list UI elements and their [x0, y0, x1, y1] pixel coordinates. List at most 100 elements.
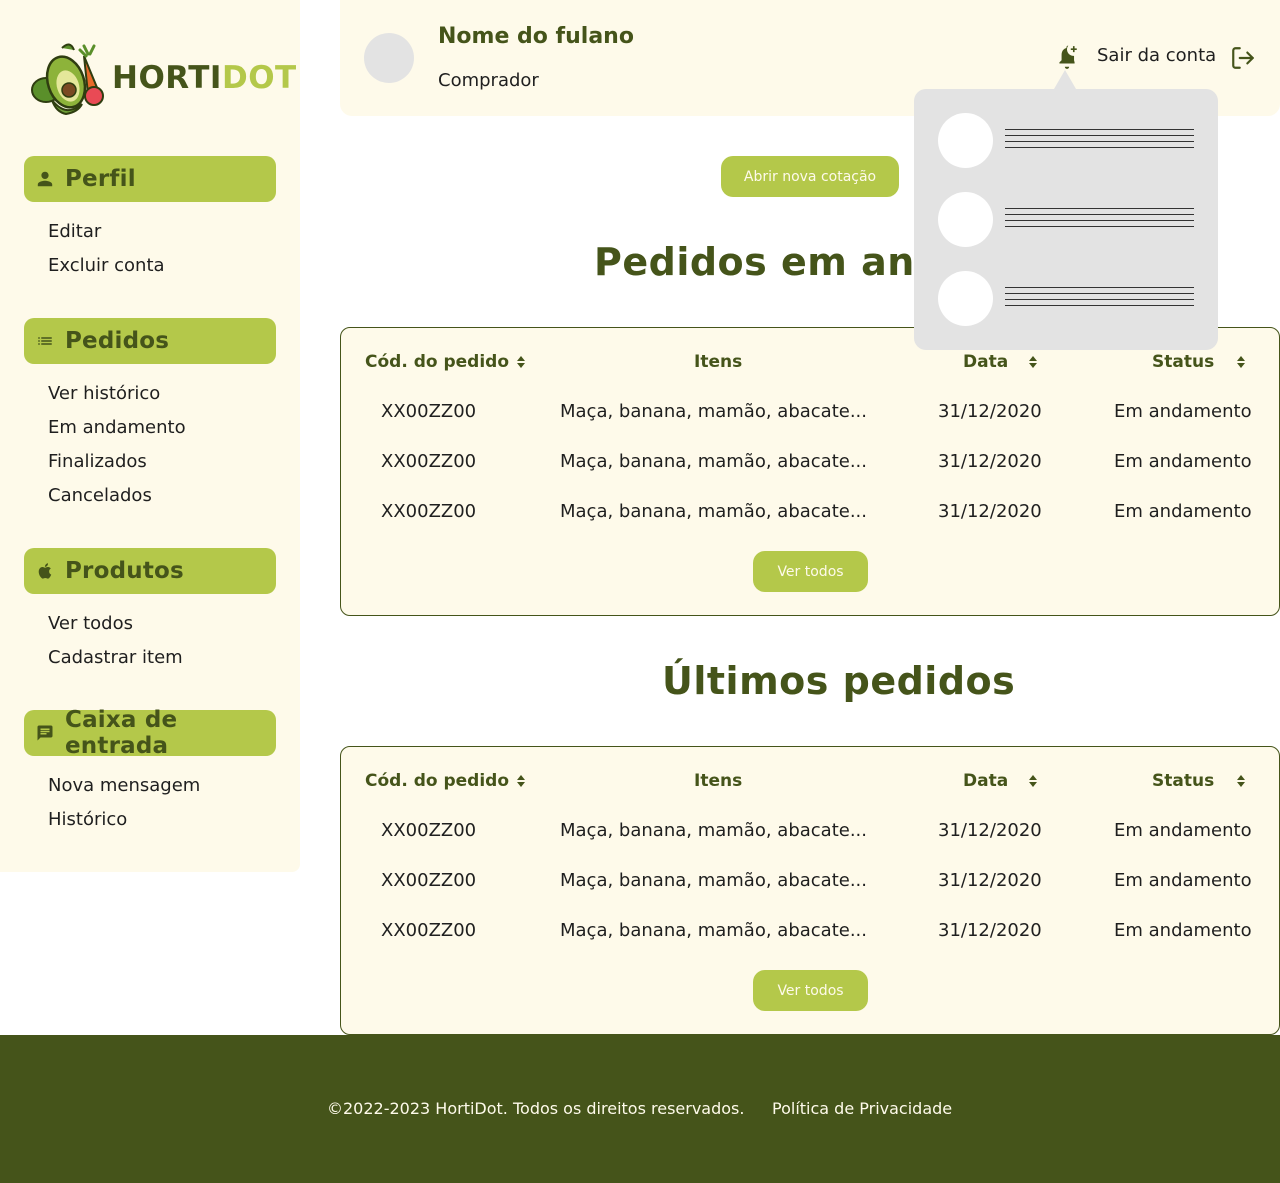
- cell-status: Em andamento: [1114, 920, 1252, 941]
- sidebar-section-pedidos[interactable]: Pedidos: [24, 318, 276, 364]
- cell-status: Em andamento: [1114, 501, 1252, 522]
- cell-status: Em andamento: [1114, 451, 1252, 472]
- cell-date: 31/12/2020: [938, 501, 1042, 522]
- avatar[interactable]: [364, 33, 414, 83]
- brand-name-part1: HORTI: [112, 60, 222, 96]
- sidebar-section-label: Perfil: [65, 166, 136, 192]
- notification-item[interactable]: [938, 192, 1194, 248]
- vegetables-basket-logo: [22, 38, 106, 118]
- column-header-label: Data: [963, 771, 1009, 791]
- cell-status: Em andamento: [1114, 820, 1252, 841]
- cell-items: Maça, banana, mamão, abacate...: [560, 401, 868, 422]
- copyright-text: ©2022-2023 HortiDot. Todos os direitos r…: [327, 1099, 745, 1118]
- column-header-code[interactable]: Cód. do pedido: [365, 352, 526, 372]
- notification-avatar: [938, 271, 993, 326]
- cell-code: XX00ZZ00: [381, 401, 477, 422]
- column-header-status[interactable]: Status: [1152, 352, 1246, 372]
- new-quote-button[interactable]: Abrir nova cotação: [721, 156, 899, 197]
- sidebar-item-historico[interactable]: Histórico: [48, 803, 200, 837]
- sort-icon[interactable]: [1028, 774, 1038, 788]
- column-header-date[interactable]: Data: [963, 771, 1038, 791]
- notification-avatar: [938, 192, 993, 247]
- cell-code: XX00ZZ00: [381, 451, 477, 472]
- cell-items: Maça, banana, mamão, abacate...: [560, 820, 868, 841]
- logout-link[interactable]: Sair da conta: [1097, 45, 1216, 66]
- logout-icon[interactable]: [1230, 45, 1256, 71]
- sidebar-section-label: Produtos: [65, 558, 184, 584]
- sidebar-item-cancelados[interactable]: Cancelados: [48, 479, 186, 513]
- cell-status: Em andamento: [1114, 401, 1252, 422]
- notification-text-placeholder: [1005, 287, 1194, 311]
- sort-icon[interactable]: [1236, 355, 1246, 369]
- orders-table-latest: Cód. do pedido Itens Data Status XX00ZZ0…: [340, 746, 1280, 1035]
- column-header-label: Data: [963, 352, 1009, 372]
- sort-icon[interactable]: [1028, 355, 1038, 369]
- brand-logo[interactable]: HORTIDOT: [22, 38, 296, 118]
- bell-plus-icon[interactable]: [1054, 44, 1080, 70]
- notification-item[interactable]: [938, 113, 1194, 169]
- sidebar-section-caixa-de-entrada[interactable]: Caixa de entrada: [24, 707, 276, 759]
- column-header-items: Itens: [694, 771, 742, 791]
- sidebar-item-nova-mensagem[interactable]: Nova mensagem: [48, 769, 200, 803]
- sort-icon[interactable]: [516, 774, 526, 788]
- apple-icon: [36, 562, 54, 580]
- sidebar: HORTIDOT Perfil Editar Excluir conta Ped…: [0, 0, 300, 872]
- notification-text-placeholder: [1005, 129, 1194, 153]
- user-name: Nome do fulano: [438, 24, 634, 49]
- cell-code: XX00ZZ00: [381, 920, 477, 941]
- privacy-policy-link[interactable]: Política de Privacidade: [772, 1099, 952, 1118]
- notification-text-placeholder: [1005, 208, 1194, 232]
- sidebar-submenu-pedidos: Ver histórico Em andamento Finalizados C…: [48, 377, 186, 513]
- column-header-label: Cód. do pedido: [365, 352, 510, 372]
- cell-items: Maça, banana, mamão, abacate...: [560, 920, 868, 941]
- sidebar-section-label: Pedidos: [65, 328, 170, 354]
- sidebar-section-perfil[interactable]: Perfil: [24, 156, 276, 202]
- cell-code: XX00ZZ00: [381, 501, 477, 522]
- sidebar-submenu-caixa-de-entrada: Nova mensagem Histórico: [48, 769, 200, 837]
- column-header-label: Itens: [694, 352, 743, 372]
- cell-date: 31/12/2020: [938, 920, 1042, 941]
- column-header-date[interactable]: Data: [963, 352, 1038, 372]
- cell-date: 31/12/2020: [938, 820, 1042, 841]
- sidebar-item-editar[interactable]: Editar: [48, 215, 165, 249]
- sidebar-item-em-andamento[interactable]: Em andamento: [48, 411, 186, 445]
- user-role: Comprador: [438, 70, 539, 91]
- cell-status: Em andamento: [1114, 870, 1252, 891]
- sidebar-section-produtos[interactable]: Produtos: [24, 548, 276, 594]
- list-icon: [36, 332, 54, 350]
- cell-code: XX00ZZ00: [381, 820, 477, 841]
- sidebar-submenu-produtos: Ver todos Cadastrar item: [48, 607, 183, 675]
- sidebar-item-finalizados[interactable]: Finalizados: [48, 445, 186, 479]
- brand-name: HORTIDOT: [112, 60, 297, 96]
- cell-date: 31/12/2020: [938, 451, 1042, 472]
- sidebar-submenu-perfil: Editar Excluir conta: [48, 215, 165, 283]
- sidebar-item-ver-historico[interactable]: Ver histórico: [48, 377, 186, 411]
- sidebar-section-label: Caixa de entrada: [65, 707, 178, 759]
- column-header-label: Cód. do pedido: [365, 771, 510, 791]
- column-header-label: Status: [1152, 352, 1215, 372]
- column-header-status[interactable]: Status: [1152, 771, 1246, 791]
- see-all-button[interactable]: Ver todos: [753, 551, 868, 592]
- cell-date: 31/12/2020: [938, 401, 1042, 422]
- cell-items: Maça, banana, mamão, abacate...: [560, 501, 868, 522]
- cell-items: Maça, banana, mamão, abacate...: [560, 451, 868, 472]
- section-title-latest: Últimos pedidos: [662, 659, 1016, 703]
- footer: ©2022-2023 HortiDot. Todos os direitos r…: [0, 1035, 1280, 1183]
- popup-arrow: [1054, 70, 1076, 89]
- notification-item[interactable]: [938, 271, 1194, 327]
- column-header-code[interactable]: Cód. do pedido: [365, 771, 526, 791]
- column-header-label: Itens: [694, 771, 743, 791]
- message-icon: [36, 724, 54, 742]
- sidebar-item-cadastrar-item[interactable]: Cadastrar item: [48, 641, 183, 675]
- notifications-popup: [914, 89, 1218, 350]
- sidebar-item-ver-todos[interactable]: Ver todos: [48, 607, 183, 641]
- column-header-label: Status: [1152, 771, 1215, 791]
- brand-name-part2: DOT: [221, 60, 297, 96]
- see-all-button[interactable]: Ver todos: [753, 970, 868, 1011]
- sort-icon[interactable]: [516, 355, 526, 369]
- sort-icon[interactable]: [1236, 774, 1246, 788]
- sidebar-item-excluir-conta[interactable]: Excluir conta: [48, 249, 165, 283]
- orders-table-in-progress: Cód. do pedido Itens Data Status XX00ZZ0…: [340, 327, 1280, 616]
- column-header-items: Itens: [694, 352, 742, 372]
- cell-items: Maça, banana, mamão, abacate...: [560, 870, 868, 891]
